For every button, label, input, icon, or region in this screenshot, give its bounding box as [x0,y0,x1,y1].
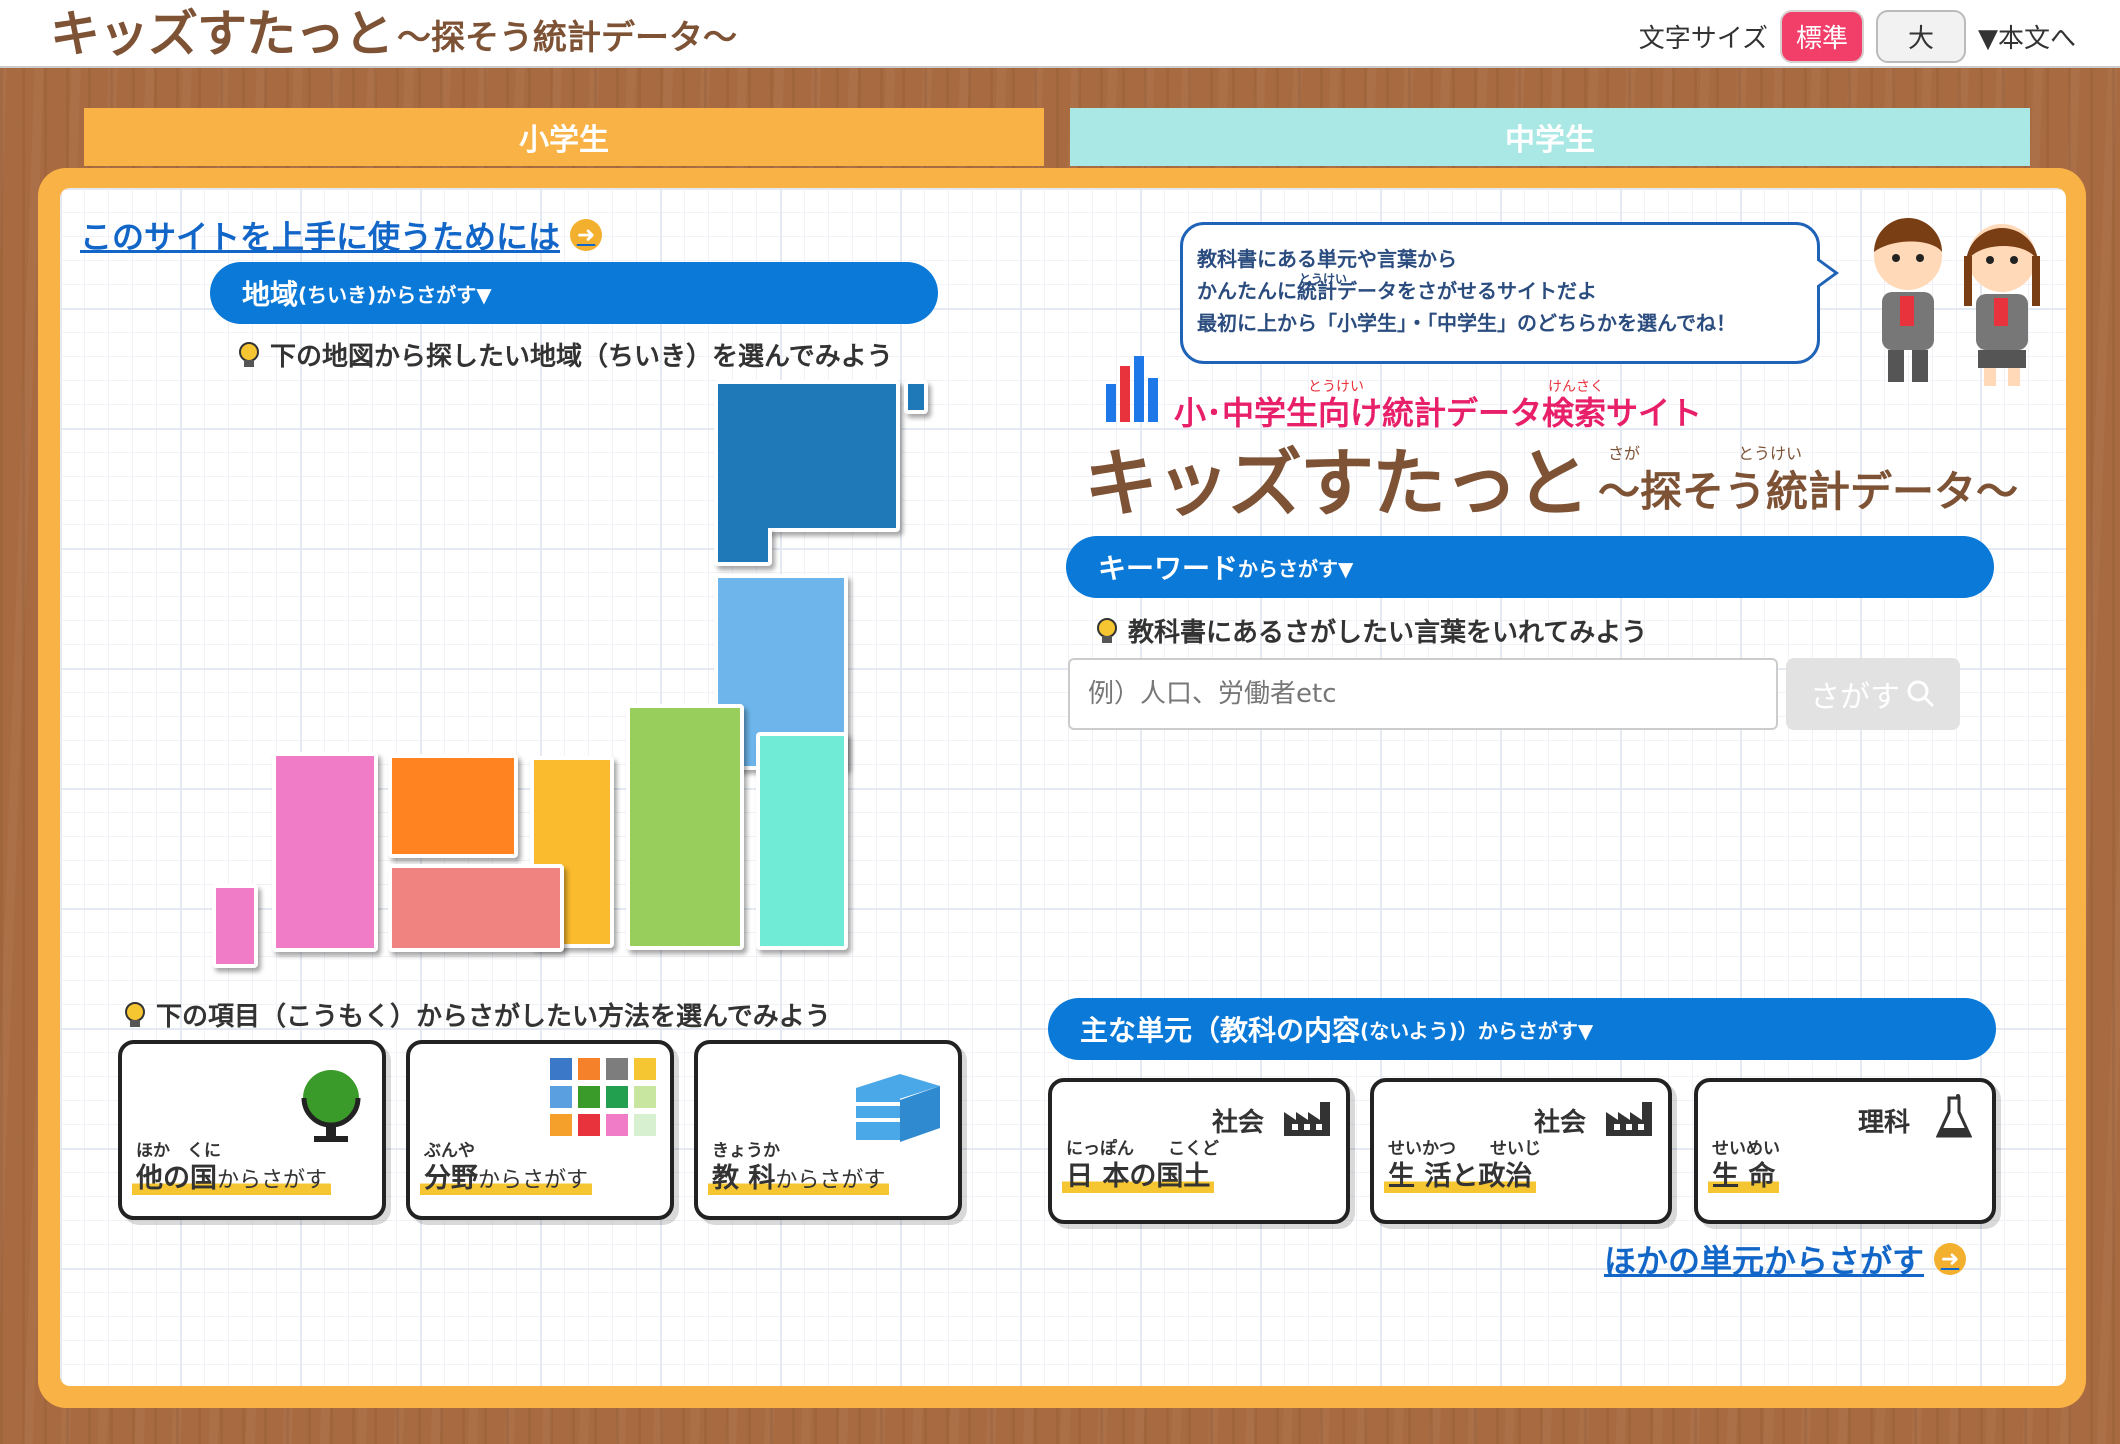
keyword-search-input[interactable] [1068,658,1778,730]
search-button[interactable]: さがす [1786,658,1960,730]
site-header: キッズすたっと ～探そう統計データ～ 文字サイズ 標準 大 ▼本文へ [0,0,2120,68]
bubble-line-2: かんたんに統計データをさがせるサイトだよ [1197,279,1597,303]
unit-card-life-politics[interactable]: 社会 せいかつ せいじ 生 活と政治 [1370,1078,1672,1224]
other-countries-card[interactable]: ほか くに 他の国からさがす [118,1040,386,1220]
grid-paper: このサイトを上手に使うためには ➜ 地域 (ちいき) からさがす▼ 下の地図から探し… [60,188,2066,1386]
region-kanto[interactable] [756,732,848,950]
subjects-card[interactable]: きょうか 教 科からさがす [694,1040,962,1220]
font-standard-button[interactable]: 標準 [1779,10,1864,63]
card-title: 生 活と政治 [1384,1154,1537,1193]
keyword-hint: 教科書にあるさがしたい言葉をいれてみよう [1094,612,1647,649]
tab-junior-high[interactable]: 中学生 [1070,108,2030,166]
bubble-line-3: 最初に上から「小学生」・「中学生」のどちらかを選んでね！ [1197,311,1736,335]
search-button-label: さがす [1810,680,1900,715]
card-title-main: 教 科 [712,1163,776,1194]
arrow-right-icon: ➜ [1934,1243,1967,1275]
item-hint-text: 下の項目（こうもく）からさがしたい方法を選んでみよう [156,1002,831,1032]
region-hokkaido-south[interactable] [714,528,772,566]
region-kyushu[interactable] [272,752,378,952]
brand-title: キッズすたっと [1084,441,1590,527]
flask-icon [1936,1094,1972,1138]
unit-search-bar: 主な単元（教科の内容 (ないよう) ）からさがす▼ [1048,998,1996,1060]
brand-subtitle: ～探そう統計データ～ [1598,467,2019,516]
card-title-main: 他の国 [136,1163,217,1194]
region-hokkaido[interactable] [714,380,900,532]
unit-bar-label: 主な単元（教科の内容 [1080,1014,1361,1047]
card-title-suffix: からさがす [478,1168,589,1193]
region-bar-suffix: からさがす▼ [376,282,492,307]
region-hint: 下の地図から探したい地域（ちいき）を選んでみよう [236,336,893,373]
guide-link[interactable]: このサイトを上手に使うためには ➜ [80,212,603,258]
keyword-bar-label: キーワード [1098,552,1239,585]
main-board: このサイトを上手に使うためには ➜ 地域 (ちいき) からさがす▼ 下の地図から探し… [38,168,2086,1408]
region-bar-ruby: (ちいき) [298,282,377,307]
books-icon [856,1074,940,1142]
speech-bubble: 教科書にある単元や言葉から とうけい かんたんに統計データをさがせるサイトだよ … [1180,222,1839,364]
lightbulb-icon [239,341,259,367]
region-okinawa[interactable] [212,884,258,968]
region-okhotsk-islands[interactable] [904,380,928,414]
factory-icon [1606,1102,1652,1136]
region-search-bar: 地域 (ちいき) からさがす▼ [210,262,938,324]
keyword-bar-suffix: からさがす▼ [1238,556,1354,581]
globe-icon [301,1070,361,1142]
card-subject: 社会 [1533,1108,1586,1138]
lightbulb-icon [125,1001,145,1027]
logo-subtitle: ～探そう統計データ～ [397,18,737,58]
bar-chart-icon [1106,356,1158,422]
unit-card-life-science[interactable]: 理科 せいめい 生 命 [1694,1078,1996,1224]
search-icon [1907,680,1935,708]
logo-title: キッズすたっと [50,5,394,63]
lightbulb-icon [1097,617,1117,643]
region-bar-label: 地域 [242,278,299,311]
card-title: 他の国からさがす [132,1156,332,1195]
card-title: 分野からさがす [420,1156,593,1195]
bubble-ruby: とうけい [1299,272,1348,286]
card-title: 教 科からさがす [708,1156,890,1195]
fields-card[interactable]: ぶんや 分野からさがす [406,1040,674,1220]
keyword-search-bar: キーワード からさがす▼ [1066,536,1994,598]
region-shikoku[interactable] [388,864,564,952]
card-title-main: 分野 [424,1163,478,1194]
card-title: 日 本の国土 [1062,1154,1215,1193]
tab-elementary[interactable]: 小学生 [84,108,1044,166]
font-large-button[interactable]: 大 [1875,10,1966,63]
region-chubu[interactable] [626,704,744,950]
item-hint: 下の項目（こうもく）からさがしたい方法を選んでみよう [122,996,831,1033]
unit-bar-suffix: ）からさがす▼ [1457,1018,1594,1043]
font-size-label: 文字サイズ [1638,24,1768,54]
category-grid-icon [550,1058,656,1136]
site-logo[interactable]: キッズすたっと ～探そう統計データ～ [50,6,737,62]
other-units-link-text: ほかの単元からさがす [1604,1242,1925,1280]
factory-icon [1284,1102,1330,1136]
unit-card-japan-land[interactable]: 社会 にっぽん こくど 日 本の国土 [1048,1078,1350,1224]
card-subject: 理科 [1857,1108,1910,1138]
skip-to-content-link[interactable]: ▼本文へ [1978,18,2076,55]
arrow-right-icon: ➜ [570,219,603,251]
card-title: 生 命 [1708,1154,1780,1193]
kids-illustration [1874,218,2040,386]
card-title-suffix: からさがす [217,1168,328,1193]
bubble-line-1: 教科書にある単元や言葉から [1197,247,1457,271]
other-units-link[interactable]: ほかの単元からさがす ➜ [1604,1236,1967,1282]
card-title-suffix: からさがす [775,1168,886,1193]
region-hint-text: 下の地図から探したい地域（ちいき）を選んでみよう [270,342,893,372]
font-size-controls: 文字サイズ 標準 大 ▼本文へ [1639,10,2076,63]
keyword-hint-text: 教科書にあるさがしたい言葉をいれてみよう [1128,618,1648,648]
card-subject: 社会 [1211,1108,1264,1138]
guide-link-text: このサイトを上手に使うためには [80,218,561,256]
unit-bar-ruby: (ないよう) [1360,1018,1458,1043]
region-chugoku[interactable] [388,754,518,858]
